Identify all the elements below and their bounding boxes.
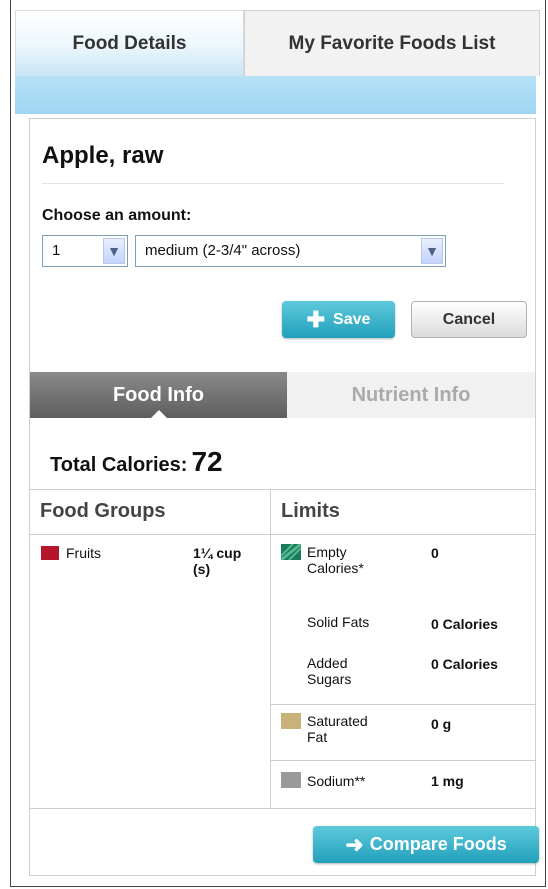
arrow-right-icon: ➜ bbox=[345, 831, 364, 857]
top-tabs: Food Details My Favorite Foods List bbox=[10, 0, 540, 76]
compare-foods-label: Compare Foods bbox=[369, 834, 507, 854]
saturated-fat-label-line2: Fat bbox=[307, 729, 328, 745]
active-tab-pointer bbox=[150, 410, 168, 419]
row-divider bbox=[271, 760, 536, 761]
tab-favorite-foods[interactable]: My Favorite Foods List bbox=[244, 10, 540, 76]
unit-value: medium (2-3/4" across) bbox=[145, 242, 301, 259]
chevron-down-icon[interactable]: ▼ bbox=[421, 238, 443, 264]
header-rule bbox=[30, 534, 536, 535]
empty-calories-label-line1: Empty bbox=[307, 544, 347, 560]
save-button[interactable]: ✚ Save bbox=[282, 301, 395, 338]
unit-select[interactable]: medium (2-3/4" across) ▼ bbox=[135, 235, 446, 267]
saturated-fat-value: 0 g bbox=[431, 716, 452, 732]
food-group-name: Fruits bbox=[66, 545, 101, 561]
empty-calories-icon bbox=[276, 542, 306, 562]
solid-fats-label: Solid Fats bbox=[307, 614, 370, 630]
food-title: Apple, raw bbox=[42, 142, 164, 169]
amount-label: Choose an amount: bbox=[42, 207, 192, 224]
empty-calories-label: Empty Calories* bbox=[307, 544, 364, 576]
fruits-color-swatch bbox=[41, 546, 59, 560]
total-calories-value: 72 bbox=[191, 446, 223, 477]
food-groups-header: Food Groups bbox=[40, 500, 166, 522]
tab-strip bbox=[15, 76, 536, 114]
chevron-down-icon[interactable]: ▼ bbox=[103, 238, 125, 264]
food-group-amount-line1: 1¼ cup bbox=[193, 545, 242, 561]
empty-calories-value: 0 bbox=[431, 545, 439, 561]
table-top-rule bbox=[30, 489, 536, 490]
row-divider bbox=[271, 704, 536, 705]
saturated-fat-label: Saturated Fat bbox=[307, 713, 368, 745]
title-divider bbox=[42, 183, 504, 184]
solid-fats-value: 0 Calories bbox=[431, 616, 498, 632]
food-group-amount-line2: (s) bbox=[193, 561, 211, 577]
food-panel bbox=[29, 118, 536, 876]
sodium-swatch bbox=[281, 772, 301, 788]
quantity-select[interactable]: 1 ▼ bbox=[42, 235, 128, 267]
total-calories: Total Calories: 72 bbox=[50, 446, 223, 478]
saturated-fat-swatch bbox=[281, 713, 301, 729]
added-sugars-label-line2: Sugars bbox=[307, 671, 352, 687]
cancel-button[interactable]: Cancel bbox=[411, 301, 527, 338]
tab-nutrient-info[interactable]: Nutrient Info bbox=[287, 372, 535, 418]
limits-header: Limits bbox=[281, 500, 340, 522]
compare-foods-button[interactable]: ➜ Compare Foods bbox=[313, 826, 539, 863]
added-sugars-label: Added Sugars bbox=[307, 655, 351, 687]
plus-icon: ✚ bbox=[306, 306, 326, 332]
added-sugars-value: 0 Calories bbox=[431, 656, 498, 672]
food-group-amount: 1¼ cup (s) bbox=[193, 545, 241, 577]
added-sugars-label-line1: Added bbox=[307, 655, 348, 671]
empty-calories-label-line2: Calories* bbox=[307, 560, 364, 576]
saturated-fat-label-line1: Saturated bbox=[307, 713, 368, 729]
sodium-value: 1 mg bbox=[431, 773, 464, 789]
sodium-label: Sodium** bbox=[307, 773, 366, 789]
total-calories-label: Total Calories: bbox=[50, 454, 188, 476]
tab-food-details[interactable]: Food Details bbox=[15, 10, 244, 76]
save-label: Save bbox=[333, 310, 371, 328]
table-bottom-rule bbox=[30, 808, 536, 809]
quantity-value: 1 bbox=[52, 242, 61, 259]
